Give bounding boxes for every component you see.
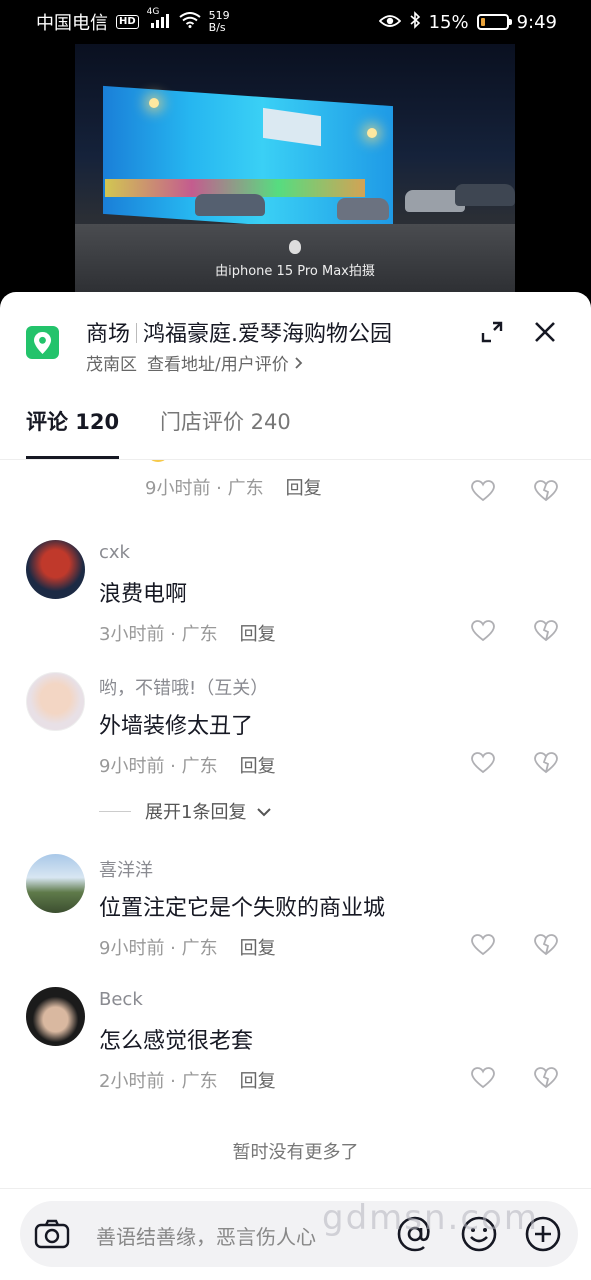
close-icon[interactable] xyxy=(532,319,558,345)
hd-badge: HD xyxy=(116,15,139,29)
like-icon[interactable] xyxy=(471,480,495,502)
reply-button[interactable]: 回复 xyxy=(240,756,276,777)
eye-icon xyxy=(378,12,401,33)
status-bar: 中国电信 HD 4G 519 B/s 15% 9:49 xyxy=(0,0,591,44)
dislike-icon[interactable] xyxy=(534,934,558,956)
divider xyxy=(99,810,131,812)
network-type: 4G xyxy=(146,6,160,17)
comment-meta: 2小时前 · 广东 回复 xyxy=(99,1067,276,1093)
like-icon[interactable] xyxy=(471,752,495,774)
avatar[interactable] xyxy=(26,854,85,913)
street-lamp-image xyxy=(367,128,377,138)
chevron-down-icon xyxy=(256,801,272,822)
road-image xyxy=(75,224,515,292)
expand-replies-label: 展开1条回复 xyxy=(145,802,247,823)
battery-percent: 15% xyxy=(428,11,469,33)
comment-username[interactable]: Beck xyxy=(99,989,143,1010)
reply-button[interactable]: 回复 xyxy=(286,478,322,499)
signal-icon: 4G xyxy=(147,7,171,32)
comment-time-location: 9小时前 · 广东 xyxy=(145,478,264,499)
dislike-icon[interactable] xyxy=(534,480,558,502)
tab-bar: 评论 120 门店评价 240 xyxy=(0,392,591,460)
tab-store-reviews[interactable]: 门店评价 240 xyxy=(160,406,291,436)
reply-button[interactable]: 回复 xyxy=(240,938,276,959)
video-caption: 由iphone 15 Pro Max拍摄 xyxy=(215,264,375,279)
location-pin-icon xyxy=(26,326,59,359)
battery-fill xyxy=(480,18,485,26)
comment-username[interactable]: 喜洋洋 xyxy=(99,856,153,882)
net-speed-unit: B/s xyxy=(208,21,226,34)
reply-button[interactable]: 回复 xyxy=(240,624,276,645)
comment-text: 怎么感觉很老套 xyxy=(99,1029,254,1054)
poi-address-link[interactable]: 查看地址/用户评价 xyxy=(147,355,289,375)
poi-header[interactable]: 商场 鸿福豪庭.爱琴海购物公园 茂南区 查看地址/用户评价 xyxy=(0,292,591,392)
comment-time-location: 2小时前 · 广东 xyxy=(99,1071,218,1092)
comment-time-location: 9小时前 · 广东 xyxy=(99,938,218,959)
comment-list[interactable]: 9小时前 · 广东 回复 cxk 浪费电啊 3小时前 · 广东 回复 哟，不错哦!（… xyxy=(0,460,591,1200)
apple-logo-icon xyxy=(289,240,301,254)
comment-text: 浪费电啊 xyxy=(99,582,188,607)
comment-text: 外墙装修太丑了 xyxy=(99,714,254,739)
dislike-icon[interactable] xyxy=(534,620,558,642)
bluetooth-icon xyxy=(409,10,421,34)
comment-sheet: 商场 鸿福豪庭.爱琴海购物公园 茂南区 查看地址/用户评价 评论 120 门店评价 … xyxy=(0,292,591,1280)
comment-text: 位置注定它是个失败的商业城 xyxy=(99,896,386,921)
like-icon[interactable] xyxy=(471,620,495,642)
car-image xyxy=(455,184,515,206)
clock: 9:49 xyxy=(516,11,557,33)
comment-time-location: 9小时前 · 广东 xyxy=(99,756,218,777)
tab-comments[interactable]: 评论 120 xyxy=(26,406,119,436)
poi-category: 商场 xyxy=(86,322,131,347)
wifi-icon xyxy=(179,11,201,33)
comment-meta: 9小时前 · 广东 回复 xyxy=(99,934,276,960)
car-image xyxy=(195,194,265,216)
car-image xyxy=(337,198,389,220)
comment-username[interactable]: cxk xyxy=(99,542,130,563)
expand-icon[interactable] xyxy=(480,320,504,344)
reply-button[interactable]: 回复 xyxy=(240,1071,276,1092)
avatar[interactable] xyxy=(26,987,85,1046)
street-lamp-image xyxy=(149,98,159,108)
active-tab-indicator xyxy=(26,456,119,459)
comment-meta: 3小时前 · 广东 回复 xyxy=(99,620,276,646)
battery-icon xyxy=(476,14,512,30)
poi-name: 鸿福豪庭.爱琴海购物公园 xyxy=(143,322,393,347)
poi-district: 茂南区 xyxy=(86,355,137,375)
like-icon[interactable] xyxy=(471,1067,495,1089)
comment-time-location: 3小时前 · 广东 xyxy=(99,624,218,645)
video-player[interactable]: 由iphone 15 Pro Max拍摄 xyxy=(75,44,515,292)
comment-meta: 9小时前 · 广东 回复 xyxy=(99,752,276,778)
dislike-icon[interactable] xyxy=(534,752,558,774)
comment-input-placeholder: 善语结善缘，恶言伤人心 xyxy=(96,1225,316,1249)
avatar[interactable] xyxy=(26,540,85,599)
poi-subtitle[interactable]: 茂南区 查看地址/用户评价 xyxy=(86,350,304,375)
chevron-right-icon xyxy=(294,355,304,375)
net-speed: 519 B/s xyxy=(209,10,230,34)
carrier: 中国电信 xyxy=(36,13,108,34)
avatar[interactable] xyxy=(26,672,85,731)
camera-icon[interactable] xyxy=(34,1219,70,1253)
dislike-icon[interactable] xyxy=(534,1067,558,1089)
comment-meta: 9小时前 · 广东 回复 xyxy=(145,474,322,500)
comment-username[interactable]: 哟，不错哦!（互关） xyxy=(99,674,268,700)
like-icon[interactable] xyxy=(471,934,495,956)
end-of-list-text: 暂时没有更多了 xyxy=(232,1142,359,1163)
expand-replies-button[interactable]: 展开1条回复 xyxy=(99,798,272,824)
divider xyxy=(136,323,138,343)
partial-comment-emoji-icon xyxy=(145,460,171,475)
poi-title: 商场 鸿福豪庭.爱琴海购物公园 xyxy=(86,316,392,348)
watermark: gdmsn.com xyxy=(322,1198,539,1238)
